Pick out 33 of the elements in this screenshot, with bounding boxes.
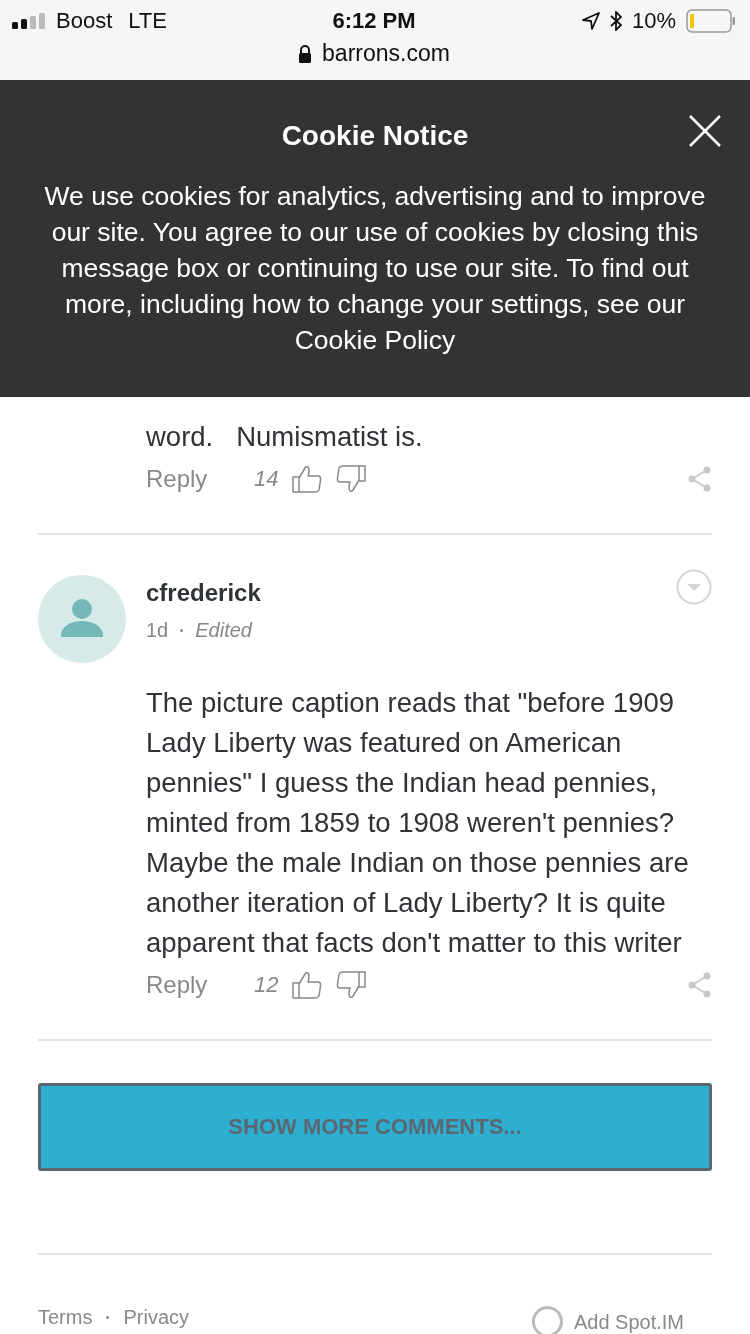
- clock-time: 6:12 PM: [332, 8, 416, 34]
- location-arrow-icon: [581, 12, 600, 30]
- add-spotim-link[interactable]: Add Spot.IM: [573, 1310, 684, 1334]
- reply-link[interactable]: Reply: [146, 971, 236, 999]
- like-count: 14: [254, 466, 279, 492]
- thumbs-down-icon[interactable]: [336, 465, 367, 493]
- network-type: LTE: [128, 8, 167, 34]
- bluetooth-icon: [609, 11, 622, 31]
- close-icon[interactable]: [688, 114, 722, 148]
- author-name[interactable]: cfrederick: [146, 579, 676, 607]
- footer-link[interactable]: Terms: [38, 1305, 93, 1329]
- reply-link[interactable]: Reply: [146, 465, 236, 493]
- cookie-notice-title: Cookie Notice: [281, 120, 469, 152]
- battery-icon: [686, 9, 736, 33]
- cookie-notice-message: We use cookies for analytics, advertising and to improve our site. You agree to our use of cookies by closing this message box or continuing to use our site. To find out more, including how to change your settings, see our Cookie Policy: [43, 180, 707, 357]
- lock-icon: [298, 44, 313, 63]
- show-more-comments-button[interactable]: SHOW MORE COMMENTS...: [38, 1083, 712, 1171]
- comment-text: The picture caption reads that "before 1909 Lady Liberty was featured on American pennies" I guess the Indian head pennies, minted from 1859 to 1908 weren't pennies? Maybe the male Indian on those pennies are another iteration of Lady Liberty? It is quite apparent that facts don't matter to this writer: [146, 686, 690, 960]
- like-count: 12: [254, 972, 279, 998]
- separator-dot: [106, 1315, 110, 1319]
- comment-text: word. Numismatist is.: [146, 420, 424, 454]
- thumbs-down-icon[interactable]: [336, 971, 367, 999]
- thumbs-up-icon[interactable]: [292, 971, 323, 999]
- comment-age: 1d: [146, 619, 169, 642]
- separator-dot: [180, 629, 184, 632]
- carrier-name: Boost: [56, 8, 113, 34]
- battery-percentage: 10%: [631, 8, 676, 34]
- signal-icon: [12, 13, 48, 29]
- thumbs-up-icon[interactable]: [292, 465, 323, 493]
- url-text[interactable]: barrons.com: [322, 40, 450, 67]
- speech-bubble-icon: [531, 1305, 566, 1334]
- edited-label: Edited: [195, 619, 252, 642]
- footer-link[interactable]: Privacy: [123, 1305, 190, 1329]
